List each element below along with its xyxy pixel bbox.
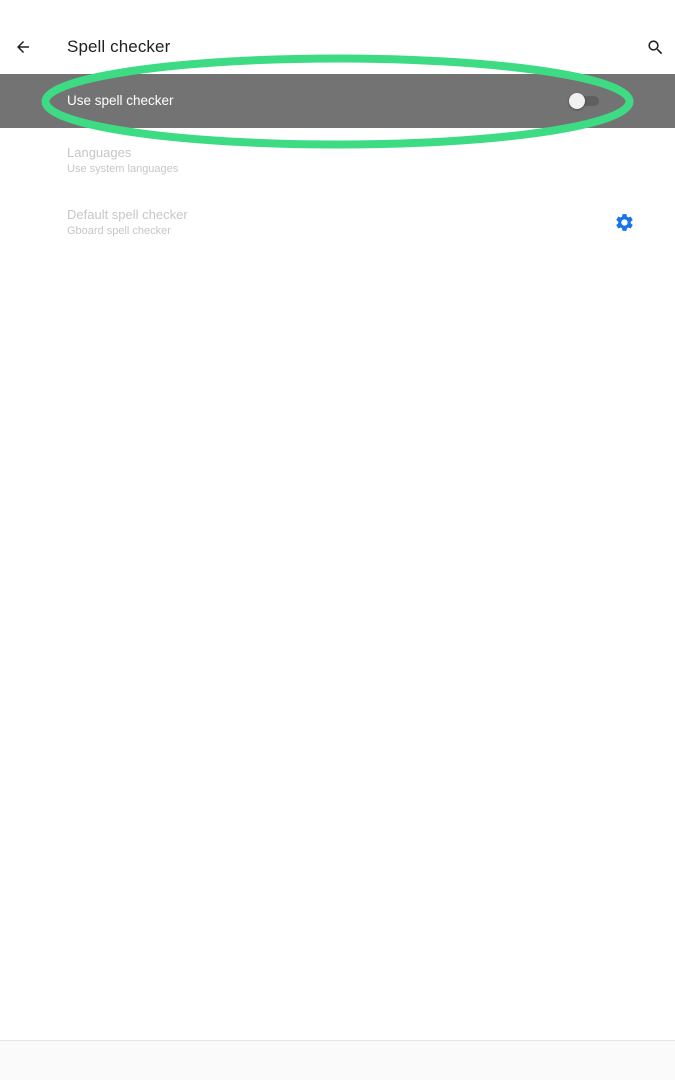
default-spell-checker-item[interactable]: Default spell checker Gboard spell check…	[0, 202, 675, 258]
page-title: Spell checker	[67, 37, 171, 56]
spell-checker-screen: Spell checker Use spell checker Language…	[0, 0, 675, 1080]
default-spell-checker-title: Default spell checker	[67, 207, 188, 222]
arrow-back-icon	[17, 41, 29, 53]
languages-subtitle: Use system languages	[67, 163, 179, 175]
spell-checker-settings-button[interactable]	[612, 210, 636, 234]
use-spell-checker-label: Use spell checker	[67, 93, 174, 108]
gear-icon	[615, 213, 633, 231]
app-bar: Spell checker	[0, 0, 675, 74]
search-button[interactable]	[640, 32, 670, 62]
switch-thumb	[569, 93, 585, 109]
use-spell-checker-switch[interactable]	[569, 93, 601, 109]
search-icon	[647, 39, 662, 54]
back-button[interactable]	[8, 32, 38, 62]
languages-title: Languages	[67, 145, 132, 160]
default-spell-checker-subtitle: Gboard spell checker	[67, 225, 171, 237]
use-spell-checker-row[interactable]: Use spell checker	[0, 74, 675, 128]
bottom-navigation-area	[0, 1040, 675, 1080]
languages-item[interactable]: Languages Use system languages	[0, 140, 675, 196]
